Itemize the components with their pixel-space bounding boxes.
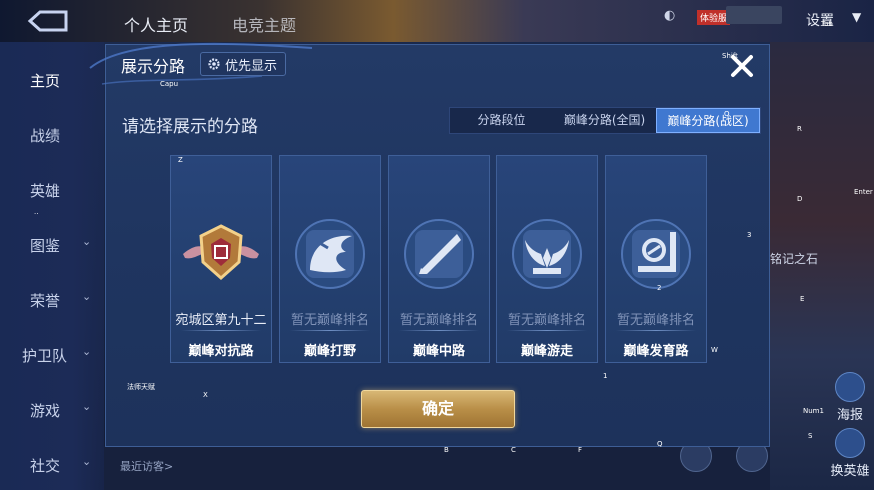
key-hint: Tab (821, 20, 833, 28)
key-hint: 2 (657, 284, 662, 292)
notice-icon[interactable]: ◐ (664, 8, 675, 23)
lane-card-top[interactable]: 宛城区第九十二 巅峰对抗路 (170, 155, 272, 363)
key-hint: 法师天赋 (127, 383, 155, 391)
lane-label: 巅峰发育路 (623, 344, 689, 359)
tab-lane-rank[interactable]: 分路段位 (450, 108, 553, 133)
wings-icon (512, 219, 582, 289)
chevron-down-icon: ⌄ (82, 455, 92, 468)
key-hint: X (203, 391, 208, 399)
chevron-down-icon: ⌄ (82, 290, 92, 303)
priority-display-button[interactable]: 优先显示 (200, 52, 287, 76)
chevron-down-icon: ⌄ (82, 235, 92, 248)
chevron-down-icon: ⌄ (82, 345, 92, 358)
sidebar: 主页 战绩 英雄 图鉴 ⌄ 荣誉 ⌄ 护卫队 ⌄ 游戏 ⌄ 社交 ⌄ (0, 42, 104, 490)
key-hint: F (578, 446, 583, 454)
lane-label: 巅峰打野 (303, 344, 356, 359)
rank-text: 暂无巅峰排名 (290, 313, 369, 328)
bottom-bar (104, 446, 770, 490)
slash-icon (404, 219, 474, 289)
key-hint: W (711, 346, 718, 354)
gear-icon (208, 58, 220, 70)
lane-card-support[interactable]: 暂无巅峰排名 巅峰游走 (496, 155, 598, 363)
recent-visitors-link[interactable]: 最近访客> (120, 458, 173, 474)
tab-peak-national[interactable]: 巅峰分路(全国) (553, 108, 656, 133)
card-divider (507, 330, 587, 331)
key-hint: .. (34, 208, 39, 216)
key-hint: D (797, 195, 803, 203)
lane-label: 巅峰对抗路 (188, 344, 254, 359)
lane-label: 巅峰中路 (412, 344, 465, 359)
dragon-icon (295, 219, 365, 289)
lane-label: 巅峰游走 (520, 344, 573, 359)
key-hint: C (511, 446, 516, 454)
key-hint: Q (657, 440, 663, 448)
rank-text: 暂无巅峰排名 (507, 313, 586, 328)
rank-text: 宛城区第九十二 (175, 313, 267, 328)
card-divider (399, 330, 479, 331)
target-icon (621, 219, 691, 289)
shield-badge-icon (183, 224, 259, 281)
key-hint: 1 (603, 372, 608, 380)
confirm-button[interactable]: 确定 (361, 390, 515, 428)
poster-icon (835, 372, 865, 402)
dropdown-icon[interactable]: ▼ (852, 10, 861, 24)
top-bar: 个人主页 电竞主题 ◐ 体验服 设置 ▼ (0, 0, 874, 42)
lane-card-adc[interactable]: 暂无巅峰排名 巅峰发育路 (605, 155, 707, 363)
right-label: 铭记之石 (770, 252, 819, 266)
tab-esports[interactable]: 电竞主题 (232, 12, 296, 36)
key-hint: E (800, 295, 805, 303)
swap-icon (835, 428, 865, 458)
key-hint: R (797, 125, 802, 133)
card-divider (181, 330, 261, 331)
dialog-title: 展示分路 (121, 57, 186, 76)
key-hint: B (444, 446, 449, 454)
key-hint: Num1 (803, 407, 824, 415)
key-hint: O (724, 110, 730, 118)
key-hint: S (808, 432, 813, 440)
switch-hero-button[interactable]: 换英雄 (826, 428, 874, 479)
tab-peak-region[interactable]: 巅峰分路(战区) (656, 108, 760, 133)
lane-card-mid[interactable]: 暂无巅峰排名 巅峰中路 (388, 155, 490, 363)
dialog-subtitle: 请选择展示的分路 (122, 117, 258, 137)
card-divider (616, 330, 696, 331)
tab-profile[interactable]: 个人主页 (124, 12, 188, 36)
key-hint: Z (178, 156, 183, 164)
key-hint: 3 (747, 231, 752, 239)
lane-card-jungle[interactable]: 暂无巅峰排名 巅峰打野 (279, 155, 381, 363)
chevron-down-icon: ⌄ (82, 400, 92, 413)
card-divider (290, 330, 370, 331)
poster-button[interactable]: 海报 (832, 372, 868, 423)
key-hint: Capu (160, 80, 179, 88)
rank-text: 暂无巅峰排名 (399, 313, 478, 328)
key-hint: Enter (854, 188, 873, 196)
rank-text: 暂无巅峰排名 (616, 313, 695, 328)
back-icon[interactable] (26, 8, 70, 34)
lane-type-tabs: 分路段位 巅峰分路(全国) 巅峰分路(战区) (449, 107, 761, 134)
currency-box[interactable] (726, 6, 782, 24)
key-hint: Shift (722, 52, 738, 60)
